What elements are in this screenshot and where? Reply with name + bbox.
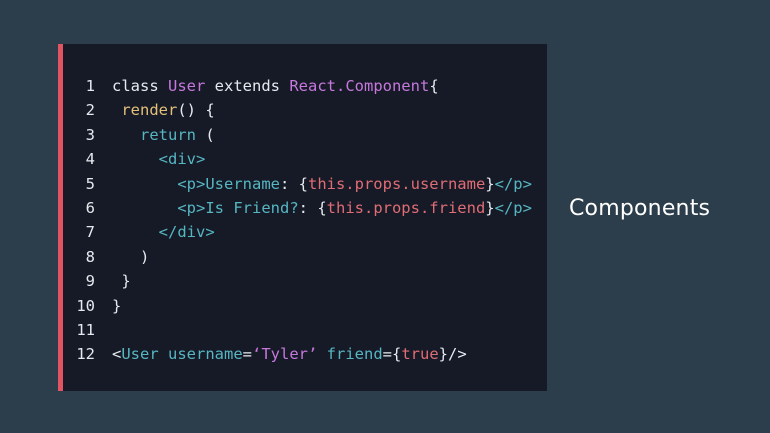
- code-line: 3 return (: [63, 123, 547, 147]
- code-token: React.Component: [289, 77, 430, 95]
- line-number: 1: [85, 77, 95, 95]
- code-token: return: [140, 125, 196, 144]
- code-token: class: [112, 77, 168, 95]
- slide-title: Components: [569, 196, 711, 221]
- code-line: 2 render() {: [63, 98, 547, 122]
- line-number: 11: [76, 320, 95, 339]
- code-token: </p>: [494, 174, 532, 193]
- line-code: return (: [112, 126, 215, 144]
- code-line: 11: [63, 318, 547, 342]
- code-line: 4 <div>: [63, 147, 547, 171]
- code-token: this.props.friend: [326, 198, 486, 217]
- code-line: 12 <User username=‘Tyler’ friend={true}/>: [63, 342, 547, 366]
- line-number: 3: [85, 125, 95, 144]
- code-token: }: [485, 198, 495, 217]
- line-number: 7: [85, 223, 95, 242]
- line-code: <p>Is Friend?: {this.props.friend}</p>: [112, 199, 532, 217]
- code-line: 10}: [63, 294, 547, 318]
- code-token: username: [158, 345, 243, 364]
- code-token: </p>: [494, 198, 532, 217]
- line-code: <p>Username: {this.props.username}</p>: [112, 175, 532, 193]
- code-token: ): [112, 247, 150, 266]
- code-token: }: [485, 174, 495, 193]
- line-code: <User username=‘Tyler’ friend={true}/>: [112, 345, 467, 363]
- code-token: () {: [177, 101, 215, 120]
- code-line: 1 class User extends React.Component{: [63, 74, 547, 98]
- line-code: class User extends React.Component{: [112, 77, 439, 95]
- line-code: <div>: [112, 150, 206, 169]
- line-number: 2: [85, 101, 95, 120]
- code-token: <div>: [158, 150, 206, 169]
- code-token: : {: [298, 198, 327, 217]
- code-token: {: [429, 77, 439, 95]
- code-token: <p>: [177, 198, 206, 217]
- code-token: }: [112, 272, 131, 291]
- code-line: 9 }: [63, 269, 547, 293]
- code-token: User: [168, 77, 206, 95]
- line-code: }: [112, 272, 131, 291]
- line-number: 12: [76, 345, 95, 364]
- code-line: 7 </div>: [63, 220, 547, 244]
- code-token: (: [196, 125, 215, 144]
- line-number: 5: [85, 174, 95, 193]
- line-number: 8: [85, 247, 95, 266]
- line-number: 6: [85, 198, 95, 217]
- code-line: 8 ): [63, 245, 547, 269]
- line-code: }: [112, 297, 121, 315]
- line-code: ): [112, 248, 149, 266]
- line-number: 4: [85, 150, 95, 169]
- code-line: 6 <p>Is Friend?: {this.props.friend}</p>: [63, 196, 547, 220]
- code-token: extends: [205, 77, 290, 95]
- line-code: </div>: [112, 223, 215, 241]
- code-token: =: [242, 345, 253, 364]
- code-token: </div>: [158, 223, 215, 242]
- code-token: <p>: [177, 174, 206, 193]
- code-line: 5 <p>Username: {this.props.username}</p>: [63, 172, 547, 196]
- line-code: render() {: [112, 101, 215, 120]
- code-block: 1 class User extends React.Component{2 re…: [63, 74, 547, 367]
- code-token: }/>: [438, 345, 467, 364]
- code-token: Username: [205, 174, 280, 193]
- code-token: true: [401, 345, 439, 364]
- code-token: render: [121, 101, 178, 120]
- code-token: }: [112, 296, 122, 315]
- code-token: Is Friend?: [205, 198, 299, 217]
- code-token: : {: [279, 174, 308, 193]
- code-token: User: [121, 345, 159, 364]
- code-panel: 1 class User extends React.Component{2 re…: [58, 44, 547, 391]
- code-token: this.props.username: [307, 174, 486, 193]
- line-number: 9: [85, 272, 95, 291]
- code-token: ‘Tyler’: [252, 345, 318, 364]
- code-token: ={: [382, 345, 402, 364]
- code-token: <: [112, 345, 122, 364]
- code-token: friend: [317, 345, 383, 364]
- line-number: 10: [76, 296, 95, 315]
